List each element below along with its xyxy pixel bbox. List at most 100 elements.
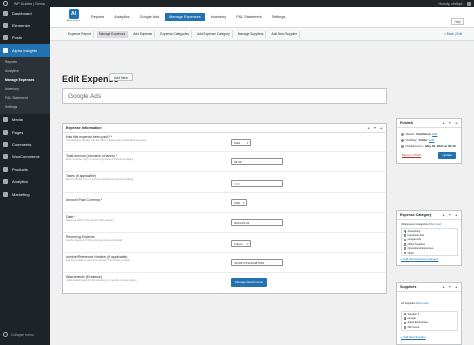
alpha-insights-logo[interactable]: AI Alpha Insights [66,8,81,26]
move-up-icon[interactable]: ▲ [442,213,445,217]
wordpress-logo-icon[interactable] [3,1,8,6]
status-edit-link[interactable]: Edit [432,132,437,136]
expense-category-header[interactable]: Expense Category ▲ ▼ ▲ [397,211,461,220]
recurring-select[interactable]: Future [231,240,251,247]
checkbox[interactable] [403,243,407,246]
subtab-manage-suppliers[interactable]: Manage Suppliers [236,30,267,38]
submenu-item-settings[interactable]: Settings [0,103,50,112]
sidebar-item-products[interactable]: Products [0,163,50,175]
submenu-item-inventory[interactable]: Inventory [0,85,50,94]
supplier-checklist: Supplier 1 Google Alpha Enterprises WP G… [401,311,458,331]
expense-title-input[interactable]: Google Ads [62,88,387,104]
move-down-icon[interactable]: ▼ [373,126,376,130]
eye-icon [401,138,404,142]
sidebar-item-marketing[interactable]: Marketing [0,188,50,200]
subtab-expense-report[interactable]: Expense Report [66,30,94,38]
manage-attachments-button[interactable]: Manage Attachments [231,278,268,287]
add-new-button[interactable]: Add New [109,73,133,81]
toggle-panel-icon[interactable]: ▲ [455,121,458,125]
update-button[interactable]: Update [438,152,456,159]
toggle-panel-icon[interactable]: ▲ [380,126,383,130]
submenu-item-analytics[interactable]: Analytics [0,67,50,76]
checkbox[interactable] [403,234,407,237]
sidebar-item-woocommerce[interactable]: WooCommerce [0,151,50,163]
field-label: Amount Paid Currency * [66,198,103,202]
tab-most-used-suppliers[interactable]: Most Used [416,302,428,305]
collapse-menu-button[interactable]: Collapse menu [3,332,34,337]
checkbox[interactable] [403,238,407,242]
subtab-add-new-supplier[interactable]: Add New Supplier [269,30,300,38]
checkbox[interactable] [403,312,407,316]
tab-manage-expenses[interactable]: Manage Expenses [165,13,205,21]
tab-all-suppliers[interactable]: All Suppliers [401,302,415,305]
checkbox[interactable] [403,251,407,255]
tab-pl-statement[interactable]: P&L Statement [232,13,265,21]
checkbox-checked[interactable] [403,317,407,320]
checkbox[interactable] [403,321,407,325]
subtab-manage-expenses[interactable]: Manage Expenses [96,30,129,38]
status-value: Published [416,132,431,136]
sidebar-item-elementor[interactable]: Elementor [0,19,50,31]
sidebar-item-label: Alpha Insights [12,47,38,53]
submenu-item-pl-statement[interactable]: P&L Statement [0,94,50,103]
move-up-icon[interactable]: ▲ [367,126,370,130]
supplier-item[interactable]: WP Genie [402,325,457,329]
move-down-icon[interactable]: ▼ [448,285,451,289]
total-amount-input[interactable]: 99.99 [231,158,283,165]
tab-most-used-categories[interactable]: Most Used [429,223,441,226]
move-up-icon[interactable]: ▲ [442,121,445,125]
sidebar-item-pages[interactable]: Pages [0,126,50,138]
field-row-total-amount: Total Amount (Inclusive of taxes) * Ente… [63,152,386,172]
field-description: Enter a number only, no currency symbols… [66,178,134,181]
sidebar-item-media[interactable]: Media [0,114,50,126]
user-greeting[interactable]: Howdy, chribpf... [439,2,466,6]
add-new-category-link[interactable]: + Add New Expense Category [401,257,438,261]
move-up-icon[interactable]: ▲ [442,285,445,289]
category-item[interactable]: Other [402,251,457,255]
move-to-trash-link[interactable]: Move to Trash [402,153,421,157]
sidebar-item-dashboard[interactable]: Dashboard [0,7,50,19]
toggle-panel-icon[interactable]: ▲ [455,213,458,217]
tab-all-categories[interactable]: All Expense Categories [401,223,428,226]
move-down-icon[interactable]: ▼ [448,121,451,125]
submenu-item-manage-expenses[interactable]: Manage Expenses [0,76,50,85]
back-link[interactable]: < Back | Edit [444,32,462,36]
publish-header[interactable]: Publish ▲ ▼ ▲ [397,119,461,128]
subtab-expense-categories[interactable]: Expense Categories [158,30,192,38]
supplier-label: WP Genie [407,325,420,329]
sidebar-item-posts[interactable]: Posts [0,32,50,44]
tab-inventory[interactable]: Inventory [207,13,231,21]
collapse-label: Collapse menu [11,332,34,337]
tab-reports[interactable]: Reports [87,13,108,21]
paid-status-select[interactable]: Paid [231,139,251,146]
subtab-add-expense[interactable]: Add Expense [131,30,156,38]
tab-google-ads[interactable]: Google Ads [136,13,164,21]
suppliers-header[interactable]: Suppliers ▲ ▼ ▲ [397,283,461,292]
admin-sidebar: Dashboard Elementor Posts Alpha Insights… [0,7,50,345]
add-new-supplier-link[interactable]: + Add New Supplier [401,335,426,339]
checkbox[interactable] [403,326,407,329]
sidebar-item-label: WooCommerce [12,154,40,160]
submenu-item-reports[interactable]: Reports [0,58,50,67]
visibility-edit-link[interactable]: Edit [429,138,434,142]
date-input[interactable]: 2024-05-22 [231,219,283,226]
checkbox-checked[interactable] [403,229,407,233]
taxes-input[interactable]: 0.00 [231,180,283,187]
move-down-icon[interactable]: ▼ [448,213,451,217]
sidebar-item-comments[interactable]: Comments [0,138,50,150]
sidebar-item-alpha-insights[interactable]: Alpha Insights [0,44,50,57]
sidebar-item-analytics[interactable]: Analytics [0,176,50,188]
expense-information-header[interactable]: Expense Information ▲ ▼ ▲ [63,124,386,133]
category-label: Operational Expenses [407,247,434,251]
invoice-number-input[interactable]: INV#67763120987654 [231,259,283,266]
supplier-tabs: All Suppliers Most Used [401,302,429,305]
site-name[interactable]: WP Guides | Gema [14,2,45,6]
avatar[interactable] [467,1,471,6]
currency-select[interactable]: USD [231,199,247,206]
toggle-panel-icon[interactable]: ▲ [455,285,458,289]
subtab-add-expense-category[interactable]: Add Expense Category [195,30,233,38]
tab-settings[interactable]: Settings [268,13,290,21]
checkbox[interactable] [403,247,407,251]
help-button[interactable]: Help [451,18,464,25]
tab-analytics[interactable]: Analytics [110,13,133,21]
